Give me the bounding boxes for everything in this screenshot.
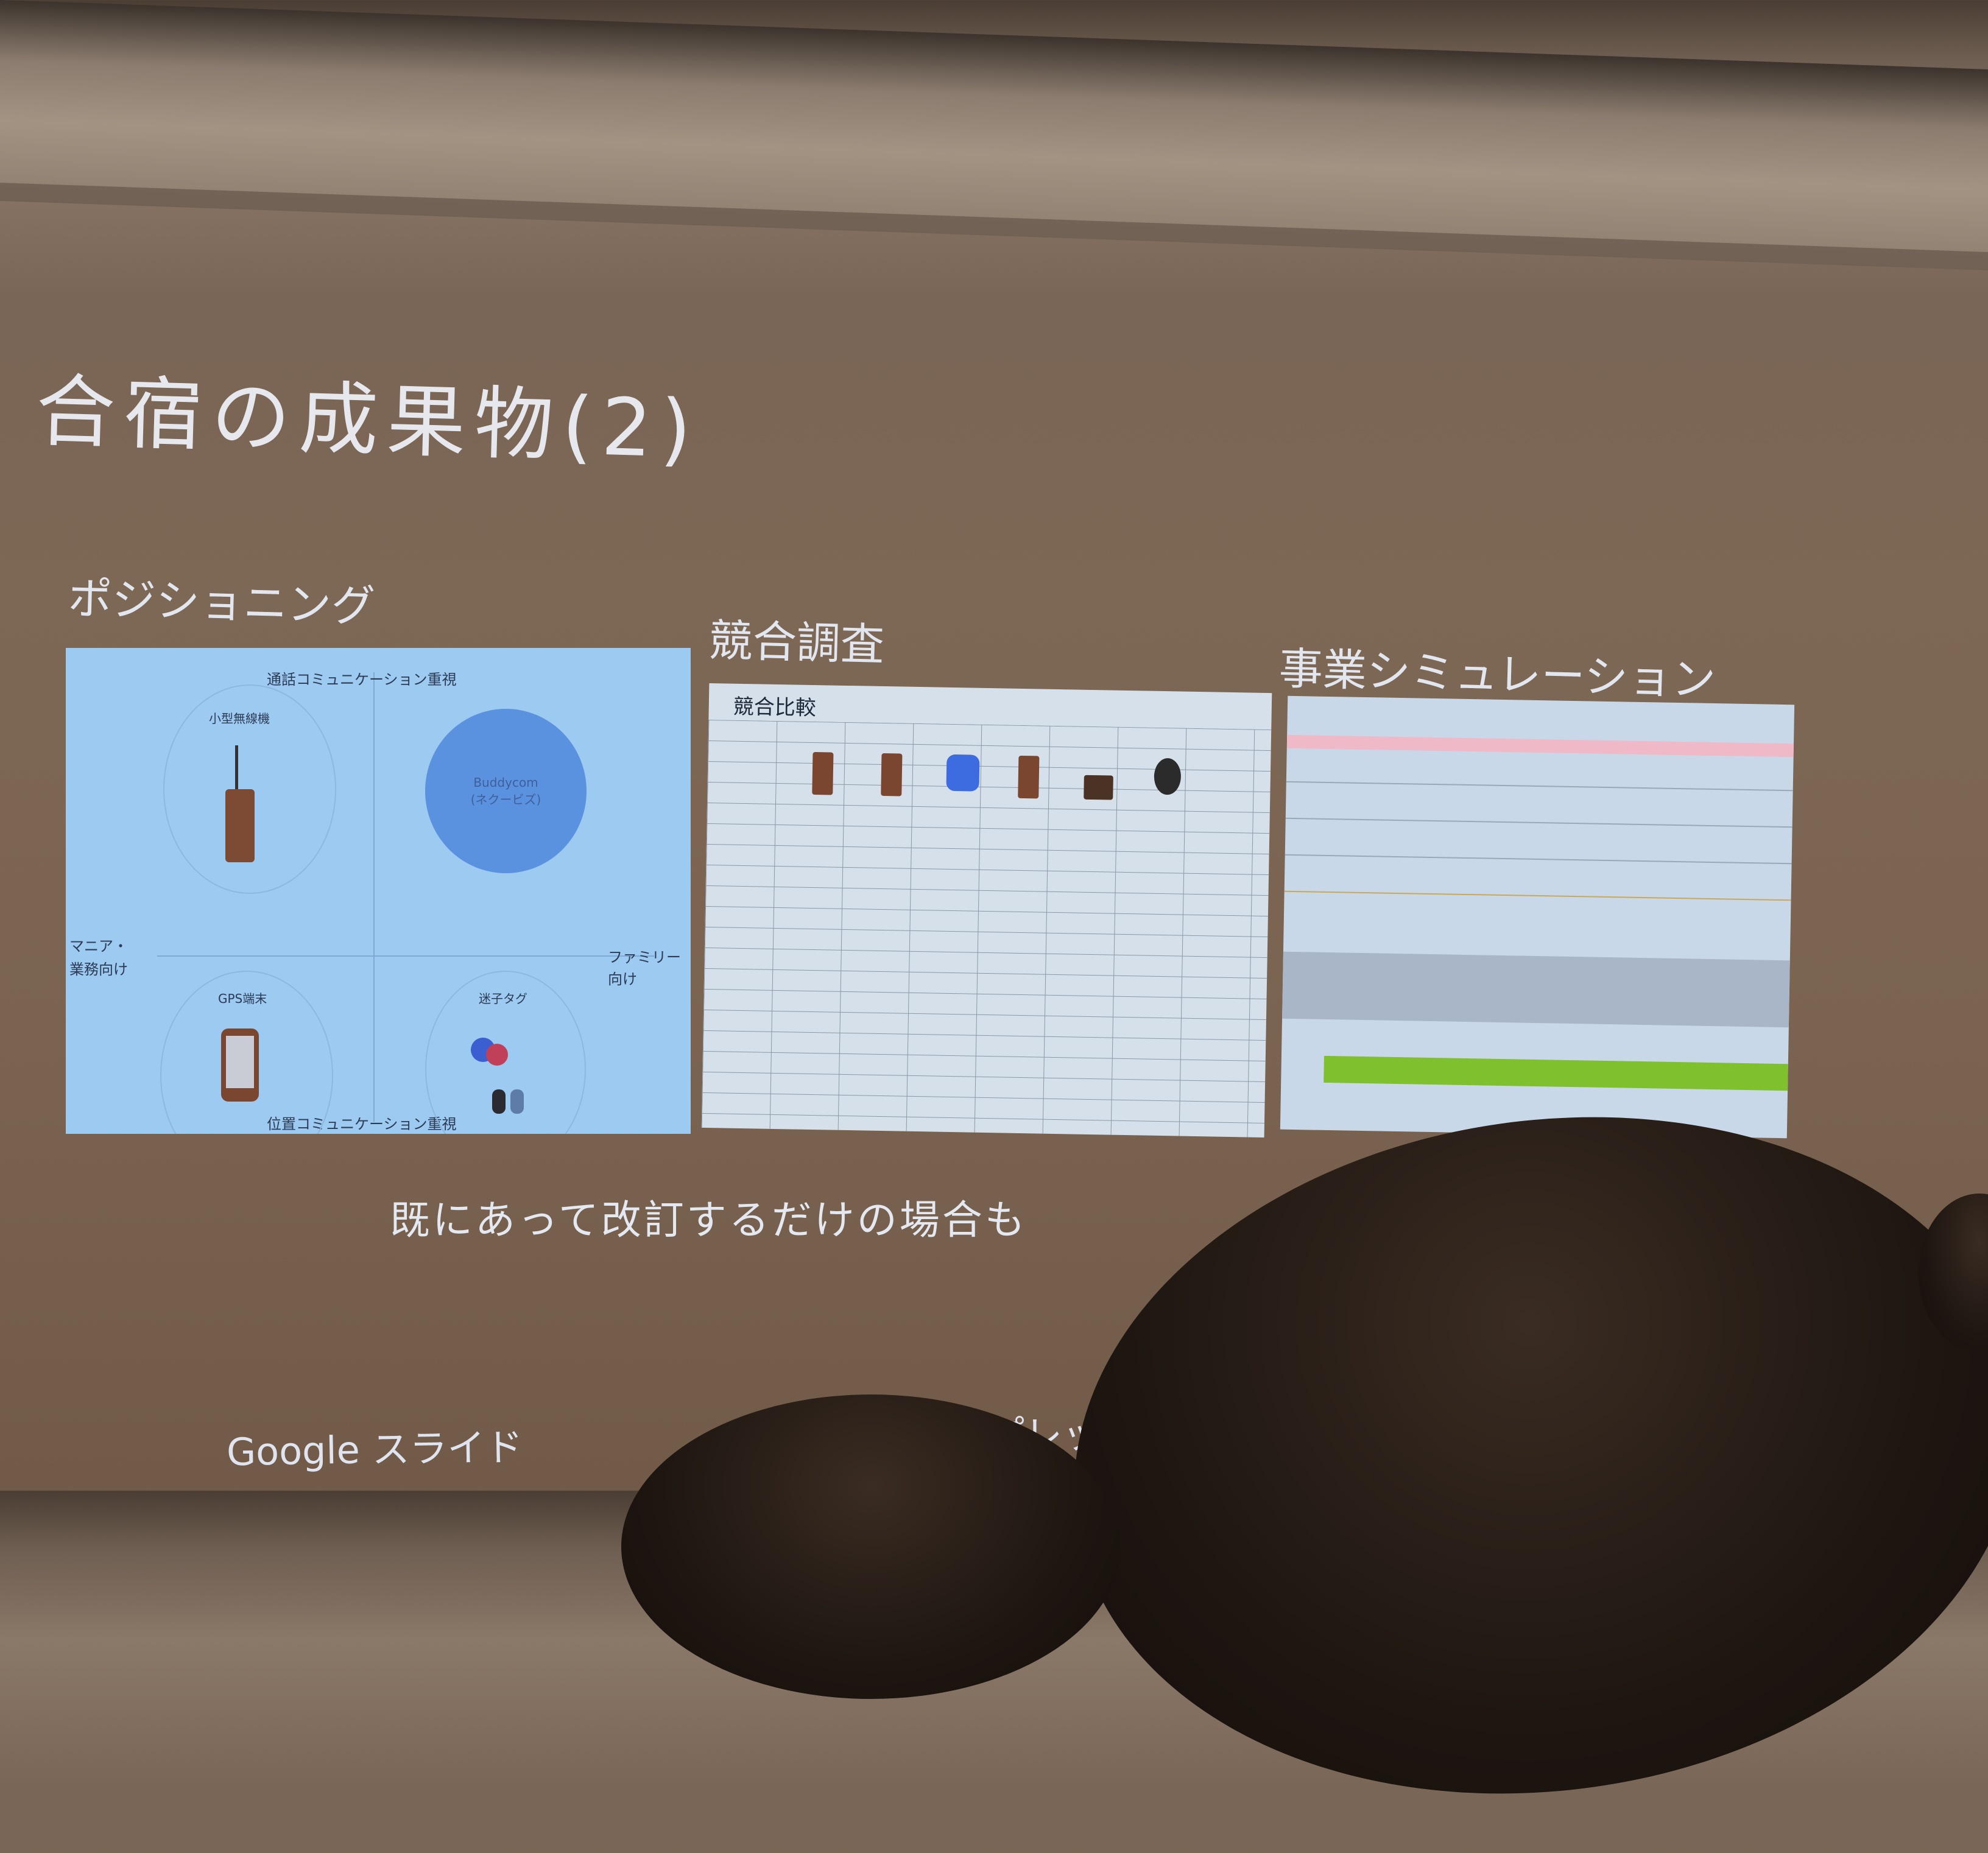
product-image bbox=[812, 751, 834, 795]
product-image bbox=[1084, 775, 1113, 800]
tag-device-image bbox=[492, 1089, 506, 1114]
right-axis-label-1: ファミリー bbox=[608, 949, 681, 966]
tag-device-image bbox=[486, 1044, 508, 1066]
tag-device-image bbox=[510, 1089, 524, 1114]
audience-head bbox=[621, 1394, 1121, 1699]
quadrant-label-bottom-right: 迷子タグ bbox=[479, 991, 527, 1006]
competitor-table-title: 競合比較 bbox=[733, 694, 817, 721]
row-line bbox=[1284, 890, 1791, 901]
quadrant-label-top-right-1: Buddycom bbox=[473, 775, 538, 790]
buddycom-circle: Buddycom (ネクービズ) bbox=[425, 709, 587, 873]
green-bar bbox=[1324, 1055, 1788, 1091]
product-image bbox=[881, 753, 903, 796]
product-image bbox=[1018, 755, 1040, 799]
table-grid bbox=[701, 719, 1272, 1138]
section-heading-competitor: 競合調査 bbox=[708, 614, 885, 670]
section-heading-positioning: ポジショニング bbox=[67, 572, 376, 632]
radio-device-image bbox=[225, 789, 255, 862]
quadrant-label-top-right-2: (ネクービズ) bbox=[470, 792, 541, 807]
row-line bbox=[1285, 854, 1792, 865]
row-line bbox=[1286, 781, 1793, 792]
top-axis-label: 通話コミュニケーション重視 bbox=[267, 671, 457, 688]
quadrant-label-bottom-left: GPS端末 bbox=[218, 991, 267, 1006]
gps-device-image bbox=[221, 1028, 259, 1102]
business-simulation-sheet bbox=[1280, 695, 1795, 1139]
row-line bbox=[1285, 817, 1792, 828]
right-axis-label-2: 向け bbox=[608, 971, 637, 988]
chart-area bbox=[1282, 951, 1790, 1028]
positioning-map: 通話コミュニケーション重視 位置コミュニケーション重視 マニア・ 業務向け ファ… bbox=[66, 648, 691, 1134]
product-image bbox=[946, 754, 980, 792]
radio-antenna bbox=[235, 745, 238, 794]
vertical-axis bbox=[373, 672, 375, 1122]
header-row bbox=[1286, 734, 1794, 758]
slide-caption: 既にあって改訂するだけの場合も bbox=[390, 1197, 1027, 1243]
quadrant-label-top-left: 小型無線機 bbox=[209, 711, 270, 726]
left-axis-label-1: マニア・ bbox=[69, 938, 128, 955]
competitor-table: 競合比較 bbox=[701, 683, 1272, 1138]
horizontal-axis bbox=[157, 955, 654, 957]
left-axis-label-2: 業務向け bbox=[69, 961, 128, 978]
footer-google-slides: Google スライド bbox=[226, 1424, 524, 1475]
audience-head bbox=[1030, 1057, 1988, 1853]
slide-title: 合宿の成果物(2) bbox=[34, 364, 701, 476]
